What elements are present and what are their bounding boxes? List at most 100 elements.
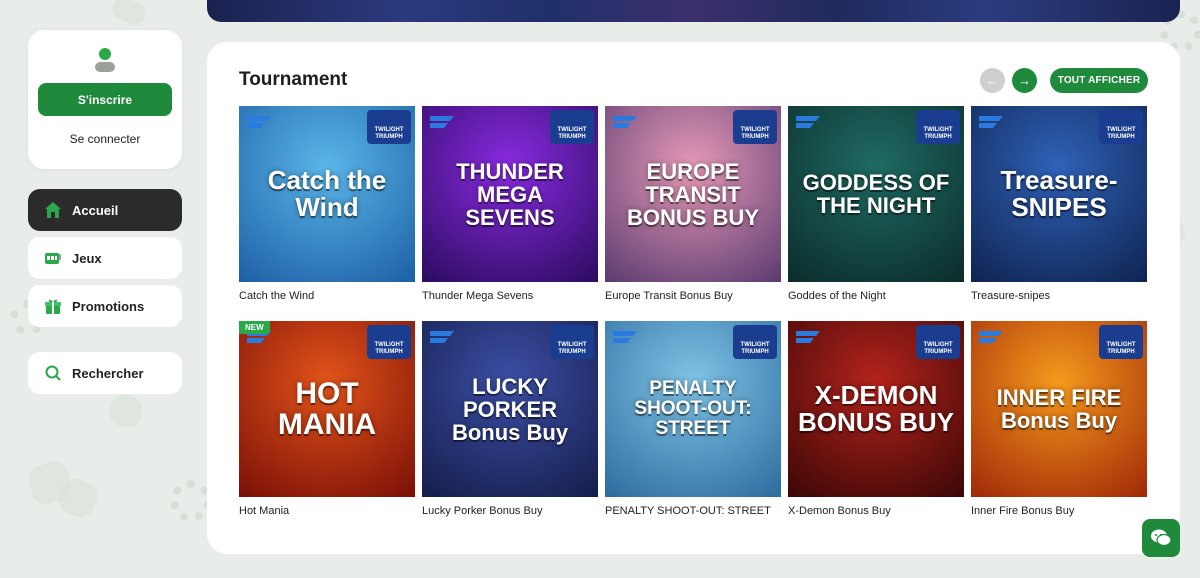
game-art-title: X-DEMON BONUS BUY — [797, 380, 954, 437]
live-chat-button[interactable] — [1142, 519, 1180, 557]
provider-logo-icon — [796, 116, 820, 128]
provider-logo-icon — [247, 116, 271, 128]
login-link[interactable]: Se connecter — [28, 132, 182, 146]
tournament-badge-line: TWILIGHT — [374, 127, 404, 133]
tournament-badge: TWILIGHT TRIUMPH — [1099, 110, 1143, 144]
provider-logo-icon — [613, 116, 637, 128]
provider-logo-icon — [979, 331, 1003, 343]
tournament-badge-line: TRIUMPH — [741, 134, 769, 140]
nav-item-label: Promotions — [72, 298, 145, 314]
tournament-badge-line: TWILIGHT — [923, 342, 953, 348]
game-thumbnail[interactable]: TWILIGHT TRIUMPH GODDESS OF THE NIGHT — [788, 106, 964, 282]
user-icon — [95, 48, 115, 72]
game-tile[interactable]: TWILIGHT TRIUMPH EUROPE TRANSIT BONUS BUY E… — [605, 106, 781, 302]
game-name[interactable]: Catch the Wind — [239, 290, 415, 302]
game-name[interactable]: Thunder Mega Sevens — [422, 290, 598, 302]
game-thumbnail[interactable]: TWILIGHT TRIUMPH NEW HOT MANIA — [239, 321, 415, 497]
search-label: Rechercher — [72, 365, 144, 381]
game-tile[interactable]: TWILIGHT TRIUMPH Catch the Wind Catch the W… — [239, 106, 415, 302]
nav-item-accueil[interactable]: Accueil — [28, 189, 182, 231]
game-tile[interactable]: TWILIGHT TRIUMPH LUCKY PORKER Bonus Buy Luc… — [422, 321, 598, 517]
game-name[interactable]: PENALTY SHOOT-OUT: STREET — [605, 505, 781, 517]
provider-logo-icon — [430, 331, 454, 343]
game-thumbnail[interactable]: TWILIGHT TRIUMPH PENALTY SHOOT-OUT: STREET — [605, 321, 781, 497]
tournament-badge-line: TWILIGHT — [557, 342, 587, 348]
game-art-title: GODDESS OF THE NIGHT — [802, 170, 950, 218]
search-icon — [44, 364, 62, 382]
tournament-badge-line: TRIUMPH — [1107, 349, 1135, 355]
tournament-badge-line: TRIUMPH — [558, 134, 586, 140]
background-dice-decoration — [107, 392, 145, 430]
game-tile[interactable]: TWILIGHT TRIUMPH Treasure-SNIPES Treasure-s… — [971, 106, 1147, 302]
tournament-badge: TWILIGHT TRIUMPH — [916, 110, 960, 144]
provider-logo-icon — [979, 116, 1003, 128]
home-icon — [44, 201, 62, 219]
tournament-badge: TWILIGHT TRIUMPH — [1099, 325, 1143, 359]
game-thumbnail[interactable]: TWILIGHT TRIUMPH INNER FIRE Bonus Buy — [971, 321, 1147, 497]
game-name[interactable]: Europe Transit Bonus Buy — [605, 290, 781, 302]
game-name[interactable]: Hot Mania — [239, 505, 415, 517]
game-tile[interactable]: TWILIGHT TRIUMPH X-DEMON BONUS BUY X-Demon … — [788, 321, 964, 517]
game-thumbnail[interactable]: TWILIGHT TRIUMPH X-DEMON BONUS BUY — [788, 321, 964, 497]
tournament-badge-line: TWILIGHT — [923, 127, 953, 133]
slot-machine-icon — [44, 249, 62, 267]
tournament-badge: TWILIGHT TRIUMPH — [550, 325, 594, 359]
tournament-badge: TWILIGHT TRIUMPH — [550, 110, 594, 144]
game-name[interactable]: Lucky Porker Bonus Buy — [422, 505, 598, 517]
nav-item-label: Jeux — [72, 250, 102, 266]
game-name[interactable]: Treasure-snipes — [971, 290, 1147, 302]
game-tile[interactable]: TWILIGHT TRIUMPH PENALTY SHOOT-OUT: STREET… — [605, 321, 781, 517]
tournament-section: Tournament ← → TOUT AFFICHER TWILIGHT TRI… — [207, 42, 1180, 554]
tournament-badge-line: TWILIGHT — [740, 342, 770, 348]
auth-card: S'inscrire Se connecter — [28, 30, 182, 169]
tournament-badge: TWILIGHT TRIUMPH — [367, 325, 411, 359]
tournament-badge-line: TWILIGHT — [1106, 342, 1136, 348]
view-all-button[interactable]: TOUT AFFICHER — [1050, 68, 1148, 93]
new-badge: NEW — [239, 321, 270, 334]
nav-item-jeux[interactable]: Jeux — [28, 237, 182, 279]
game-tile[interactable]: TWILIGHT TRIUMPH GODDESS OF THE NIGHT Godde… — [788, 106, 964, 302]
tournament-badge: TWILIGHT TRIUMPH — [916, 325, 960, 359]
tournament-badge-line: TRIUMPH — [375, 134, 403, 140]
nav-item-label: Accueil — [72, 202, 119, 218]
game-tile[interactable]: TWILIGHT TRIUMPH INNER FIRE Bonus Buy Inner… — [971, 321, 1147, 517]
game-thumbnail[interactable]: TWILIGHT TRIUMPH Catch the Wind — [239, 106, 415, 282]
nav-item-promotions[interactable]: Promotions — [28, 285, 182, 327]
game-name[interactable]: Inner Fire Bonus Buy — [971, 505, 1147, 517]
gift-icon — [44, 297, 62, 315]
tournament-badge-line: TRIUMPH — [1107, 134, 1135, 140]
game-thumbnail[interactable]: TWILIGHT TRIUMPH THUNDER MEGA SEVENS — [422, 106, 598, 282]
tournament-badge-line: TWILIGHT — [740, 127, 770, 133]
background-chip-decoration — [170, 480, 212, 522]
game-art-title: Treasure-SNIPES — [1000, 165, 1118, 222]
game-thumbnail[interactable]: TWILIGHT TRIUMPH EUROPE TRANSIT BONUS BUY — [605, 106, 781, 282]
carousel-prev-button[interactable]: ← — [980, 68, 1005, 93]
game-art-title: EUROPE TRANSIT BONUS BUY — [626, 158, 759, 230]
game-name[interactable]: X-Demon Bonus Buy — [788, 505, 964, 517]
background-dice-decoration — [109, 0, 149, 28]
section-title: Tournament — [239, 69, 348, 90]
game-thumbnail[interactable]: TWILIGHT TRIUMPH Treasure-SNIPES — [971, 106, 1147, 282]
game-name[interactable]: Goddes of the Night — [788, 290, 964, 302]
tournament-badge: TWILIGHT TRIUMPH — [733, 325, 777, 359]
game-art-title: PENALTY SHOOT-OUT: STREET — [634, 378, 752, 439]
game-art-title: LUCKY PORKER Bonus Buy — [451, 373, 569, 445]
game-art-title: THUNDER MEGA SEVENS — [456, 158, 564, 230]
tournament-badge-line: TRIUMPH — [924, 349, 952, 355]
game-thumbnail[interactable]: TWILIGHT TRIUMPH LUCKY PORKER Bonus Buy — [422, 321, 598, 497]
game-art-title: Catch the Wind — [267, 165, 387, 222]
tournament-badge-line: TRIUMPH — [924, 134, 952, 140]
tournament-badge-line: TWILIGHT — [557, 127, 587, 133]
tournament-badge: TWILIGHT TRIUMPH — [367, 110, 411, 144]
game-tile[interactable]: TWILIGHT TRIUMPH THUNDER MEGA SEVENS Thunde… — [422, 106, 598, 302]
provider-logo-icon — [796, 331, 820, 343]
carousel-next-button[interactable]: → — [1012, 68, 1037, 93]
signup-button[interactable]: S'inscrire — [38, 83, 172, 116]
tournament-badge-line: TRIUMPH — [741, 349, 769, 355]
game-tile[interactable]: TWILIGHT TRIUMPH NEW HOT MANIA Hot Mania — [239, 321, 415, 517]
provider-logo-icon — [613, 331, 637, 343]
tournament-badge: TWILIGHT TRIUMPH — [733, 110, 777, 144]
game-art-title: HOT MANIA — [277, 377, 377, 441]
search-button[interactable]: Rechercher — [28, 352, 182, 394]
promo-banner[interactable] — [207, 0, 1180, 22]
